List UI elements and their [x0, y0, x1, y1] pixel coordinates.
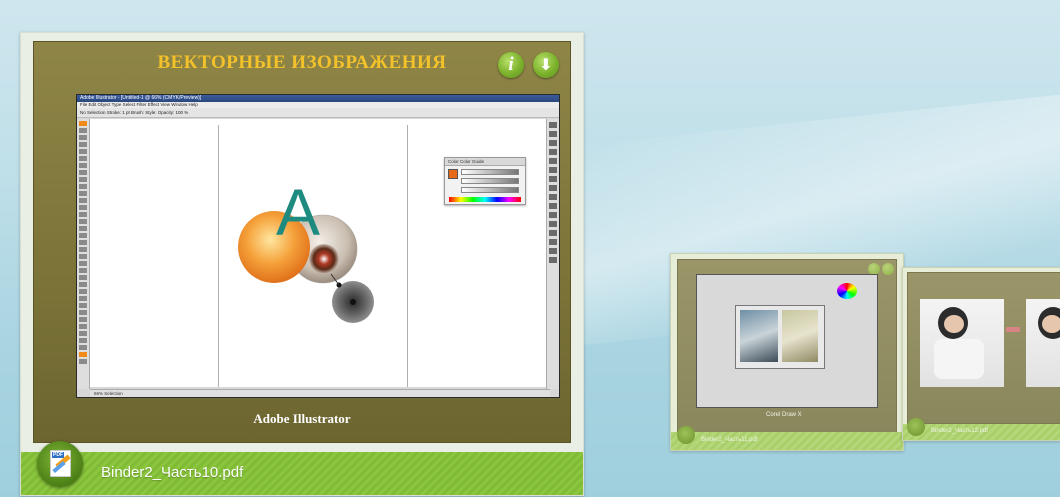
info-button[interactable]: i [498, 52, 524, 78]
file-card-3-bar: Binder2_Часть12.pdf [903, 418, 1060, 440]
file-card-3[interactable]: Binder2_Часть12.pdf [902, 267, 1060, 441]
illustrator-screenshot: Adobe Illustrator - [Untitled-1 @ 66% (C… [76, 94, 560, 398]
download-button[interactable]: ⬇ [533, 52, 559, 78]
download-icon[interactable] [882, 263, 894, 275]
app-canvas: A Color Color Guide [90, 119, 546, 387]
right-panel-dock [546, 119, 559, 389]
photo-thumbnail [920, 299, 1004, 387]
file-card-2-slide: Corel Draw X [677, 259, 897, 433]
app-titlebar: Adobe Illustrator - [Untitled-1 @ 66% (C… [77, 95, 559, 102]
file-card-3-name: Binder2_Часть12.pdf [931, 428, 988, 434]
color-panel: Color Color Guide [444, 157, 526, 205]
pdf-file-icon[interactable]: PDF [37, 441, 83, 487]
slide-preview: ВЕКТОРНЫЕ ИЗОБРАЖЕНИЯ i ⬇ Adobe Illustra… [33, 41, 571, 443]
color-chip [448, 169, 458, 179]
photo-thumbnail [735, 305, 825, 369]
photo-thumbnail [1026, 299, 1060, 387]
letter-glyph: A [276, 175, 321, 249]
color-wheel-icon [837, 283, 857, 299]
file-card-2-screenshot [696, 274, 878, 408]
file-name-label: Binder2_Часть10.pdf [101, 464, 244, 481]
tools-panel [77, 119, 90, 389]
file-name-bar[interactable]: Binder2_Часть10.pdf [21, 452, 583, 495]
color-panel-tab: Color Color Guide [445, 158, 525, 166]
file-card-2-name: Binder2_Часть11.pdf [701, 437, 758, 443]
pdf-file-icon [677, 426, 695, 444]
file-card-2[interactable]: Corel Draw X Binder2_Часть11.pdf [670, 253, 904, 451]
file-card-2-caption: Corel Draw X [766, 412, 802, 418]
pdf-document-icon: PDF [50, 450, 71, 477]
file-card-2-bar: Binder2_Часть11.pdf [671, 426, 903, 450]
pdf-file-icon [907, 418, 925, 436]
slide-title: ВЕКТОРНЫЕ ИЗОБРАЖЕНИЯ [157, 52, 447, 73]
download-arrow-icon: ⬇ [539, 55, 553, 74]
color-spectrum [449, 197, 521, 202]
file-card-main[interactable]: ВЕКТОРНЫЕ ИЗОБРАЖЕНИЯ i ⬇ Adobe Illustra… [20, 32, 584, 496]
file-card-3-slide [907, 272, 1060, 424]
arrow-icon [1006, 327, 1020, 332]
slide-caption: Adobe Illustrator [253, 411, 351, 426]
app-controlbar: No Selection Stroke: 1 pt Brush: Style: … [77, 108, 559, 118]
app-statusbar: 66% Selection [90, 389, 550, 397]
